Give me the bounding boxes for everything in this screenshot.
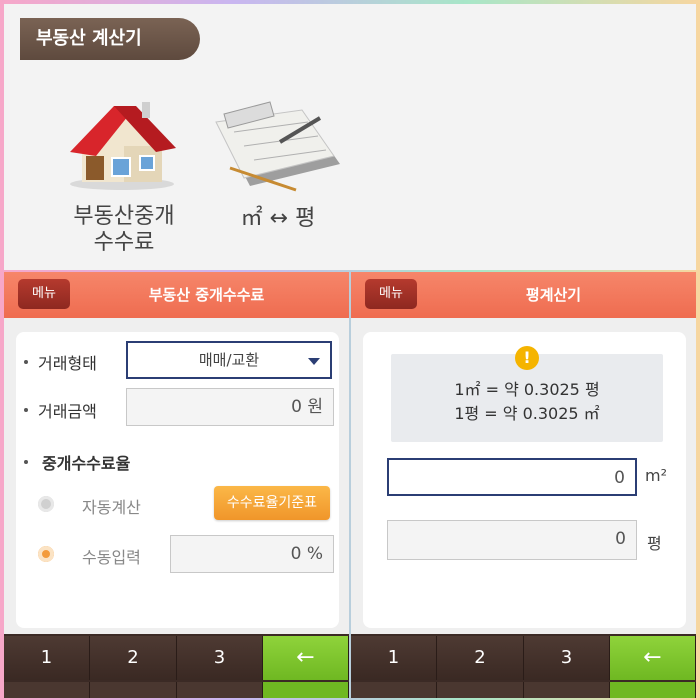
chevron-down-icon [308,358,320,365]
area-converter-icon-label[interactable]: ㎡ ↔ 평 [218,206,338,232]
page-title: 부동산 계산기 [20,18,200,60]
screen-title: 부동산 중개수수료 [148,286,265,304]
app-header: 메뉴 부동산 중개수수료 [4,272,349,318]
pyeong-calculator-screen: 메뉴 평계산기 ! 1㎡ = 약 0.3025 평 1평 = 약 0.3025 … [351,272,696,698]
manual-input-radio[interactable] [38,546,54,562]
keypad-row-2 [351,682,437,698]
key-1[interactable]: 1 [4,636,90,680]
key-3[interactable]: 3 [524,636,610,680]
keypad: 1 2 3 ← [4,634,349,698]
bullet [24,408,28,412]
trade-type-label: 거래형태 [38,354,97,373]
house-icon[interactable] [64,96,180,192]
keypad-row-2 [437,682,524,698]
amount-input[interactable]: 0 원 [126,388,334,426]
keypad-row-2 [610,682,696,698]
backspace-key[interactable]: ← [263,636,349,680]
keypad-row-2 [90,682,177,698]
broker-fee-icon-label[interactable]: 부동산중개 수수료 [54,204,194,256]
amount-label: 거래금액 [38,402,97,421]
keypad-row-2 [263,682,349,698]
app-header: 메뉴 평계산기 [351,272,696,318]
blueprint-icon[interactable] [210,98,346,194]
key-2[interactable]: 2 [90,636,177,680]
sqm-unit: m² [645,466,667,485]
keypad-row-2 [524,682,610,698]
key-1[interactable]: 1 [351,636,437,680]
pyeong-unit: 평 [647,534,662,553]
manual-input-label: 수동입력 [82,548,141,567]
calculator-home-panel: 부동산 계산기 부동산중개 수수료 ㎡ ↔ 평 [4,4,696,270]
keypad-row-2 [4,682,90,698]
conversion-info-box: ! 1㎡ = 약 0.3025 평 1평 = 약 0.3025 ㎡ [391,346,663,442]
broker-fee-screen: 메뉴 부동산 중개수수료 거래형태 매매/교환 거래금액 0 원 중개수수료율 … [4,272,349,698]
sqm-input[interactable]: 0 [387,458,637,496]
fee-form: 거래형태 매매/교환 거래금액 0 원 중개수수료율 자동계산 수수료율기준표 … [16,332,339,628]
keypad: 1 2 3 ← [351,634,696,698]
keypad-row-2 [177,682,263,698]
converter-form: ! 1㎡ = 약 0.3025 평 1평 = 약 0.3025 ㎡ 0 m² 0… [363,332,686,628]
key-2[interactable]: 2 [437,636,524,680]
trade-type-select[interactable]: 매매/교환 [126,341,332,379]
bullet [24,460,28,464]
info-line-1: 1㎡ = 약 0.3025 평 [454,380,600,399]
warning-icon: ! [515,346,539,370]
key-3[interactable]: 3 [177,636,263,680]
manual-rate-input[interactable]: 0 % [170,535,334,573]
screen-title: 평계산기 [525,286,582,304]
fee-rate-table-button[interactable]: 수수료율기준표 [214,486,330,520]
menu-button[interactable]: 메뉴 [18,279,70,309]
auto-calc-radio[interactable] [38,496,54,512]
bullet [24,360,28,364]
backspace-key[interactable]: ← [610,636,696,680]
menu-button[interactable]: 메뉴 [365,279,417,309]
info-line-2: 1평 = 약 0.3025 ㎡ [454,404,600,423]
auto-calc-label: 자동계산 [82,498,141,517]
rate-section-title: 중개수수료율 [42,454,131,473]
pyeong-input[interactable]: 0 [387,520,637,560]
